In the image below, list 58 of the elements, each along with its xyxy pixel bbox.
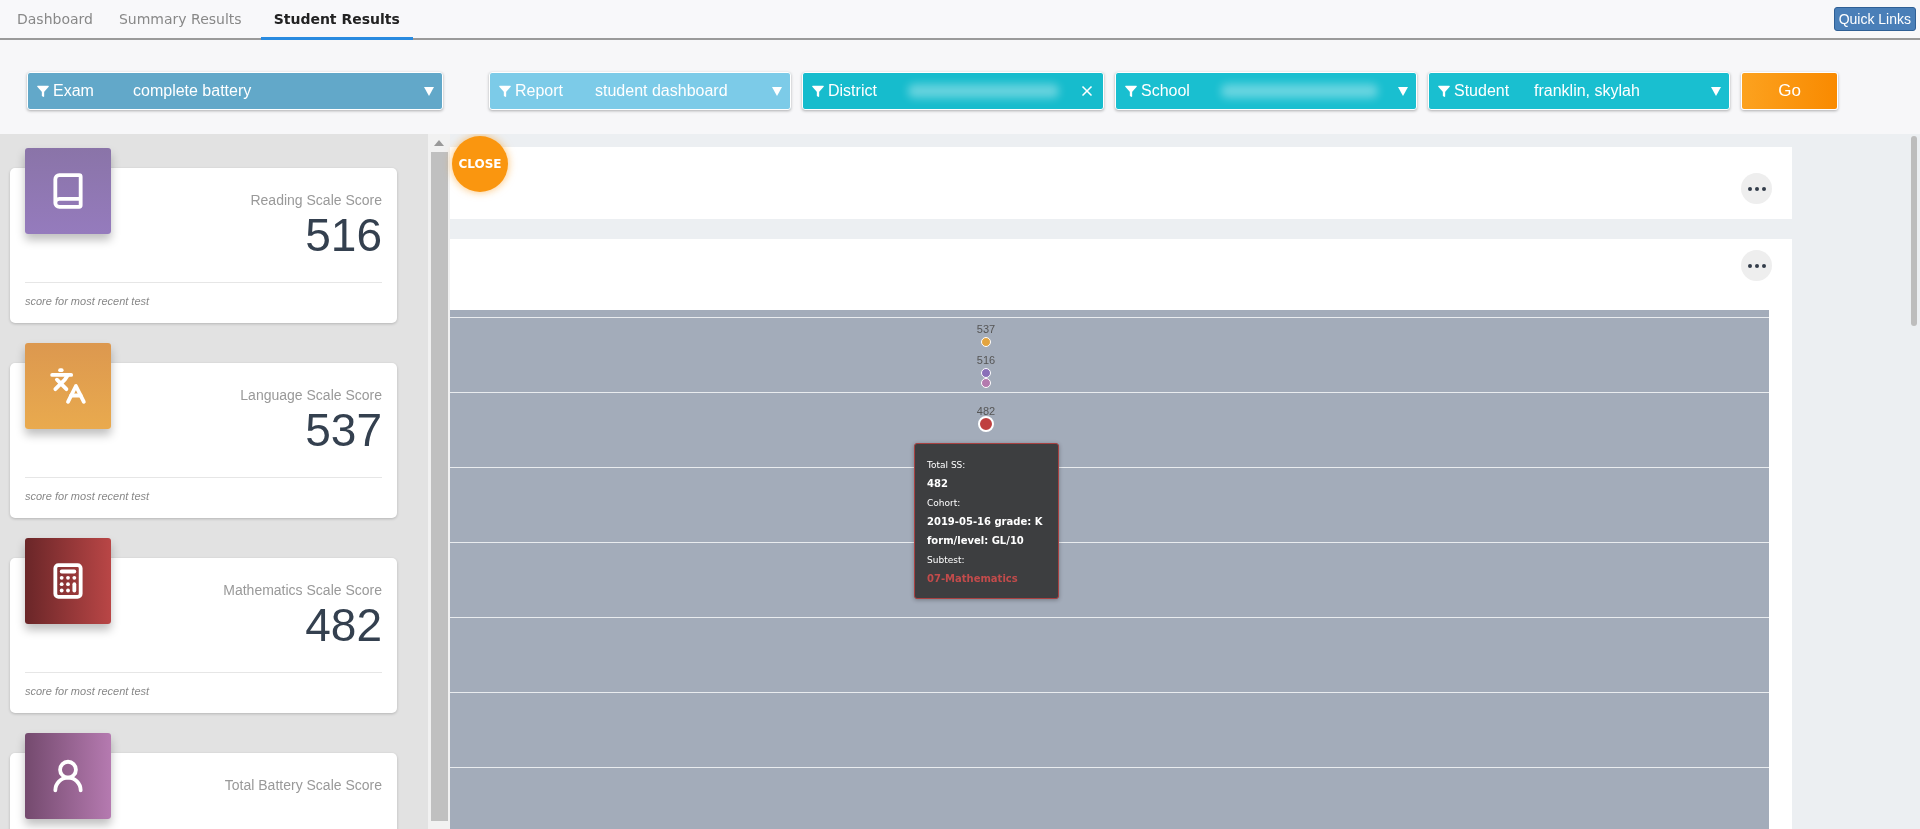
filter-value: complete battery <box>133 82 253 100</box>
score-title: Language Scale Score <box>240 387 382 403</box>
nav-tab[interactable]: Student Results <box>260 0 413 40</box>
caret-icon <box>424 86 434 96</box>
filter-icon <box>36 84 50 98</box>
filter-dropdown[interactable]: Exam complete battery <box>27 72 443 110</box>
nav-tab[interactable]: Dashboard <box>4 0 106 40</box>
tooltip-value: 07-Mathematics <box>927 573 1019 584</box>
filter-label: Exam <box>53 82 95 100</box>
go-button[interactable]: Go <box>1741 72 1838 110</box>
point-label: 537 <box>976 323 996 335</box>
score-value: 516 <box>305 208 382 262</box>
page-scrollbar[interactable] <box>1908 134 1920 829</box>
score-value: 482 <box>305 598 382 652</box>
score-value: 537 <box>305 403 382 457</box>
filter-dropdown[interactable]: District <box>802 72 1104 110</box>
filter-icon <box>811 84 825 98</box>
nav-tab[interactable]: Summary Results <box>105 0 255 40</box>
data-point[interactable] <box>978 415 994 432</box>
score-note: score for most recent test <box>25 282 382 307</box>
tooltip-heading: Total SS: <box>927 460 967 470</box>
tooltip-heading: Subtest: <box>927 555 966 565</box>
caret-icon <box>772 86 782 96</box>
score-note: score for most recent test <box>25 477 382 502</box>
filter-icon <box>1124 84 1138 98</box>
filter-dropdown[interactable]: Student franklin, skylah <box>1428 72 1730 110</box>
more-options-button[interactable] <box>1741 173 1772 204</box>
filter-label: Student <box>1454 82 1511 100</box>
score-title: Mathematics Scale Score <box>223 582 382 598</box>
quick-links-button[interactable]: Quick Links <box>1833 7 1916 31</box>
caret-icon <box>1398 86 1408 96</box>
score-note: score for most recent test <box>25 672 382 697</box>
tooltip-value: 482 <box>927 478 949 489</box>
filter-label: Report <box>515 82 565 100</box>
point-label: 516 <box>976 354 996 367</box>
tooltip-value: form/level: GL/10 <box>927 535 1025 546</box>
tooltip-heading: Cohort: <box>927 498 962 508</box>
filter-icon <box>498 84 512 98</box>
filter-icon <box>1437 84 1451 98</box>
point-label: 482 <box>976 404 996 417</box>
scroll-up-icon[interactable] <box>434 140 444 146</box>
data-point[interactable] <box>981 368 991 379</box>
data-point[interactable] <box>981 378 991 389</box>
close-button[interactable]: CLOSE <box>452 136 508 192</box>
scrollbar[interactable] <box>428 134 450 829</box>
filter-value: student dashboard <box>595 82 729 100</box>
more-options-button[interactable] <box>1741 250 1772 281</box>
score-title: Total Battery Scale Score <box>224 777 382 793</box>
language-icon <box>49 367 87 405</box>
filter-dropdown[interactable]: Report student dashboard <box>489 72 791 110</box>
caret-icon <box>1711 86 1721 96</box>
score-title: Reading Scale Score <box>250 192 382 208</box>
filter-dropdown[interactable]: School <box>1115 72 1417 110</box>
clear-icon[interactable] <box>1079 83 1095 99</box>
filter-label: School <box>1141 82 1191 100</box>
filter-label: District <box>828 82 878 100</box>
filter-value: franklin, skylah <box>1534 82 1641 100</box>
tooltip-value: 2019-05-16 grade: K <box>927 516 1044 527</box>
